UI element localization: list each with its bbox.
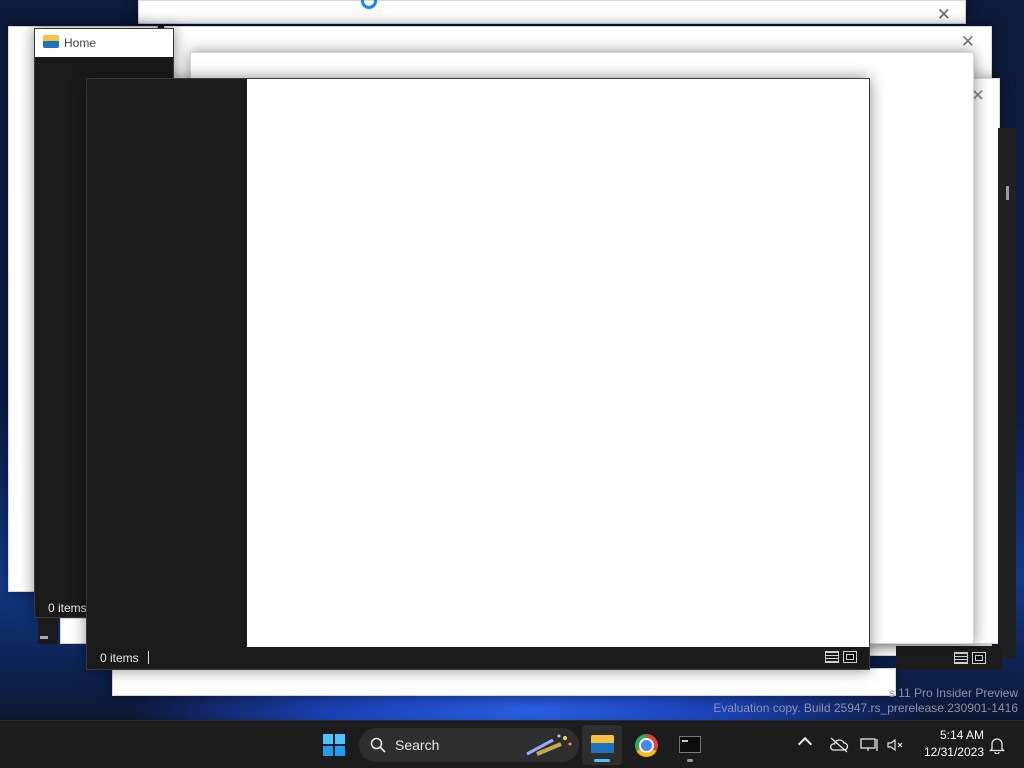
clock-time: 5:14 AM (939, 728, 984, 742)
title-bar[interactable]: Home (35, 29, 173, 57)
start-button[interactable] (314, 725, 354, 765)
running-indicator (594, 759, 610, 762)
network-icon[interactable] (860, 737, 880, 753)
taskbar-file-explorer[interactable] (582, 725, 622, 765)
search-box[interactable]: Search (359, 728, 579, 762)
tiles-view-icon[interactable] (972, 652, 986, 664)
file-explorer-icon (591, 735, 614, 753)
taskbar-chrome[interactable] (626, 725, 666, 765)
clock-date: 12/31/2023 (923, 745, 984, 759)
desktop: ✕ ✕ Home 0 items ✕ 0 items s 11 Pro Insi… (0, 0, 1024, 720)
terminal-icon (679, 736, 701, 753)
running-indicator (687, 759, 693, 762)
window-fragment (38, 618, 58, 644)
scrollbar-thumb[interactable] (1006, 186, 1009, 200)
window-title: Home (64, 36, 97, 50)
watermark-build: Evaluation copy. Build 25947.rs_prerelea… (713, 701, 1018, 715)
view-toggle[interactable] (954, 652, 986, 664)
status-bar: 0 items (87, 647, 869, 669)
details-view-icon[interactable] (954, 652, 968, 664)
start-icon (323, 734, 345, 756)
volume-muted-icon[interactable] (886, 737, 904, 753)
window-back-bottom[interactable] (112, 668, 896, 696)
window-back-1[interactable]: ✕ (138, 0, 966, 24)
folder-icon (43, 35, 59, 48)
onedrive-offline-icon[interactable] (829, 737, 849, 753)
close-icon[interactable]: ✕ (937, 6, 951, 23)
navigation-pane[interactable] (87, 79, 247, 647)
window-dark-right[interactable] (998, 128, 1016, 658)
status-bar-back (896, 646, 1002, 670)
status-item-count: 0 items (48, 601, 87, 615)
search-label: Search (395, 737, 440, 753)
window-fragment (60, 618, 88, 644)
watermark-edition: s 11 Pro Insider Preview (888, 686, 1018, 700)
tiles-view-icon[interactable] (843, 651, 857, 663)
loading-spinner-icon (361, 0, 377, 9)
taskbar: Search 5:14 AM 12/31/2023 (0, 720, 1024, 768)
front-explorer-window[interactable]: 0 items (86, 78, 870, 670)
status-item-count: 0 items (100, 651, 139, 665)
content-area[interactable] (247, 79, 869, 647)
view-toggle[interactable] (825, 651, 857, 663)
new-year-fireworks-icon (526, 734, 572, 756)
chrome-icon (635, 734, 658, 757)
chevron-up-icon[interactable] (797, 736, 813, 752)
taskbar-terminal[interactable] (670, 725, 710, 765)
details-view-icon[interactable] (825, 651, 839, 663)
close-icon[interactable]: ✕ (961, 33, 975, 50)
search-icon (370, 737, 386, 753)
system-clock[interactable]: 5:14 AM 12/31/2023 (924, 727, 984, 761)
text-cursor (148, 651, 149, 664)
notification-bell-icon[interactable] (989, 736, 1005, 754)
